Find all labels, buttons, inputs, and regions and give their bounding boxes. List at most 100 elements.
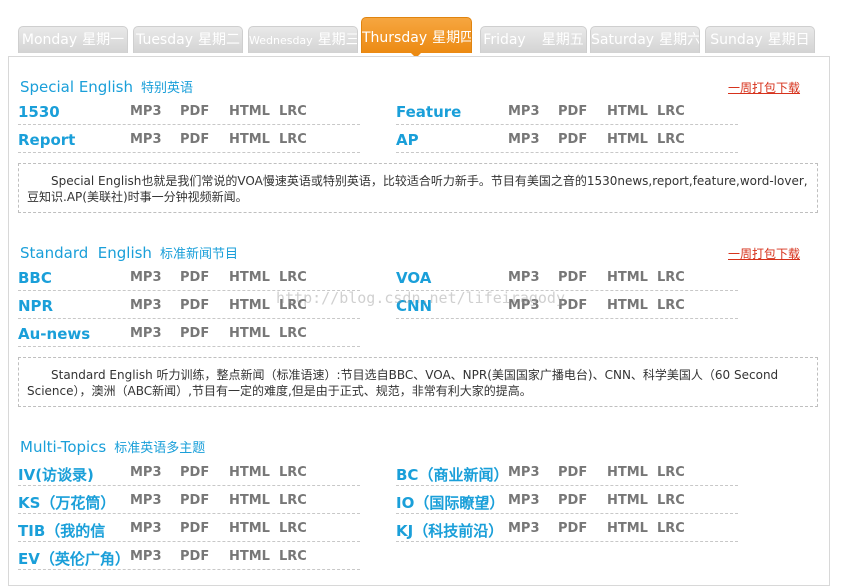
html-link[interactable]: HTML [229,132,270,147]
lrc-link[interactable]: LRC [279,270,307,285]
pdf-link[interactable]: PDF [180,326,209,341]
html-link[interactable]: HTML [607,493,648,508]
pdf-link[interactable]: PDF [558,493,587,508]
pdf-link[interactable]: PDF [180,270,209,285]
pdf-link[interactable]: PDF [180,549,209,564]
pdf-link[interactable]: PDF [180,298,209,313]
lrc-link[interactable]: LRC [657,270,685,285]
tab-label-en: Wednesday [249,34,313,47]
mp3-link[interactable]: MP3 [130,132,162,147]
mp3-link[interactable]: MP3 [508,104,540,119]
pdf-link[interactable]: PDF [558,270,587,285]
tab-label-cn: 星期六 [659,32,700,48]
pdf-link[interactable]: PDF [558,465,587,480]
html-link[interactable]: HTML [607,521,648,536]
lrc-link[interactable]: LRC [279,493,307,508]
tab-friday[interactable]: Friday 星期五 [480,26,587,53]
html-link[interactable]: HTML [229,270,270,285]
program-link[interactable]: IV(访谈录) [18,464,94,485]
tab-label-en: Monday [21,32,78,48]
program-link[interactable]: AP [396,131,419,149]
program-link[interactable]: NPR [18,297,53,315]
lrc-link[interactable]: LRC [657,104,685,119]
tab-wednesday[interactable]: Wednesday 星期三 [248,26,358,53]
html-link[interactable]: HTML [229,549,270,564]
html-link[interactable]: HTML [229,465,270,480]
lrc-link[interactable]: LRC [279,104,307,119]
mp3-link[interactable]: MP3 [508,493,540,508]
program-row: IO（国际瞭望） MP3 PDF HTML LRC [396,492,738,514]
pdf-link[interactable]: PDF [558,521,587,536]
program-row: BC（商业新闻） MP3 PDF HTML LRC [396,464,738,486]
tab-label-en: Tuesday [136,32,193,48]
program-link[interactable]: 1530 [18,103,60,121]
tab-thursday[interactable]: Thursday 星期四 [361,17,472,53]
mp3-link[interactable]: MP3 [130,521,162,536]
html-link[interactable]: HTML [607,104,648,119]
mp3-link[interactable]: MP3 [130,104,162,119]
weekly-download-link[interactable]: 一周打包下载 [728,79,800,96]
lrc-link[interactable]: LRC [279,521,307,536]
pdf-link[interactable]: PDF [558,132,587,147]
html-link[interactable]: HTML [229,326,270,341]
pdf-link[interactable]: PDF [180,465,209,480]
section-subtitle: 特别英语 [140,81,193,96]
html-link[interactable]: HTML [229,104,270,119]
lrc-link[interactable]: LRC [657,298,685,313]
mp3-link[interactable]: MP3 [508,521,540,536]
tab-sunday[interactable]: Sunday 星期日 [705,26,815,53]
program-link[interactable]: Report [18,131,75,149]
mp3-link[interactable]: MP3 [130,465,162,480]
program-row: Au-news MP3 PDF HTML LRC [18,325,360,347]
lrc-link[interactable]: LRC [279,132,307,147]
pdf-link[interactable]: PDF [180,521,209,536]
program-link[interactable]: KS（万花筒） [18,492,115,513]
program-link[interactable]: Feature [396,103,461,121]
program-link[interactable]: VOA [396,269,431,287]
section-title: Special English 特别英语 [20,78,193,96]
weekly-download-link[interactable]: 一周打包下载 [728,245,800,262]
tab-saturday[interactable]: Saturday 星期六 [590,26,700,53]
mp3-link[interactable]: MP3 [130,298,162,313]
html-link[interactable]: HTML [607,465,648,480]
lrc-link[interactable]: LRC [657,493,685,508]
mp3-link[interactable]: MP3 [130,326,162,341]
program-row: 1530 MP3 PDF HTML LRC [18,103,360,125]
html-link[interactable]: HTML [229,298,270,313]
html-link[interactable]: HTML [229,521,270,536]
program-link[interactable]: KJ（科技前沿） [396,520,503,541]
tab-tuesday[interactable]: Tuesday 星期二 [133,26,243,53]
mp3-link[interactable]: MP3 [508,132,540,147]
program-link[interactable]: Au-news [18,325,90,343]
program-link[interactable]: IO（国际瞭望） [396,492,504,513]
mp3-link[interactable]: MP3 [130,549,162,564]
pdf-link[interactable]: PDF [558,104,587,119]
program-row: Feature MP3 PDF HTML LRC [396,103,738,125]
lrc-link[interactable]: LRC [279,465,307,480]
program-link[interactable]: EV（英伦广角） [18,548,130,569]
program-link[interactable]: BC（商业新闻） [396,464,508,485]
lrc-link[interactable]: LRC [657,465,685,480]
html-link[interactable]: HTML [607,298,648,313]
program-link[interactable]: BBC [18,269,52,287]
program-row: KJ（科技前沿） MP3 PDF HTML LRC [396,520,738,542]
lrc-link[interactable]: LRC [279,549,307,564]
mp3-link[interactable]: MP3 [130,270,162,285]
html-link[interactable]: HTML [607,132,648,147]
program-row: IV(访谈录) MP3 PDF HTML LRC [18,464,360,486]
pdf-link[interactable]: PDF [180,493,209,508]
mp3-link[interactable]: MP3 [130,493,162,508]
program-link[interactable]: TIB（我的信 [18,520,105,541]
mp3-link[interactable]: MP3 [508,465,540,480]
tab-label-en: Saturday [591,32,655,48]
lrc-link[interactable]: LRC [657,521,685,536]
pdf-link[interactable]: PDF [180,104,209,119]
html-link[interactable]: HTML [607,270,648,285]
tab-monday[interactable]: Monday 星期一 [18,26,128,53]
mp3-link[interactable]: MP3 [508,270,540,285]
html-link[interactable]: HTML [229,493,270,508]
lrc-link[interactable]: LRC [279,326,307,341]
lrc-link[interactable]: LRC [657,132,685,147]
program-row: BBC MP3 PDF HTML LRC [18,269,360,291]
pdf-link[interactable]: PDF [180,132,209,147]
